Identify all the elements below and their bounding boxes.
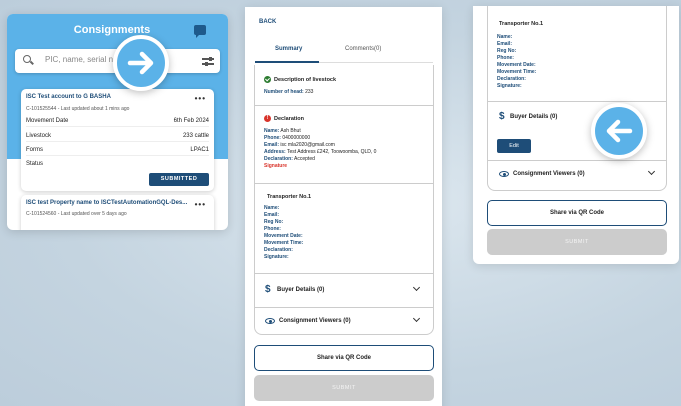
transporter-title: Transporter No.1 xyxy=(267,194,312,200)
page-title: Consignments xyxy=(73,24,151,36)
tab-bar: Summary Comments(0) xyxy=(255,43,433,63)
transporter-movement-time: Movement Time: xyxy=(264,240,304,246)
row-livestock: Livestock 233 cattle xyxy=(26,132,209,142)
card-meta: C-101524560 - Last updated over 5 days a… xyxy=(26,211,127,217)
declaration-status: Declaration: Accepted xyxy=(264,156,315,162)
transporter-phone: Phone: xyxy=(497,55,514,61)
consignment-viewers-label: Consignment Viewers (0) xyxy=(513,171,585,177)
transporter-movement-date: Movement Date: xyxy=(497,62,536,68)
consignment-viewers-label: Consignment Viewers (0) xyxy=(279,318,351,324)
consignment-card[interactable]: ISC Test account to G BASHA ••• C-101525… xyxy=(21,89,214,191)
card-title: ISC Test account to G BASHA xyxy=(26,94,111,100)
transporter-signature: Signature: xyxy=(497,83,522,89)
consignment-card[interactable]: ISC test Property name to ISCTestAutomat… xyxy=(21,195,214,230)
transporter-phone: Phone: xyxy=(264,226,281,232)
card-meta: C-101525544 - Last updated about 1 mins … xyxy=(26,106,130,112)
active-tab-indicator xyxy=(255,61,319,63)
eye-icon xyxy=(499,171,509,177)
transporter-email: Email: xyxy=(264,212,280,218)
livestock-title: Description of livestock xyxy=(274,77,337,83)
more-options-icon[interactable]: ••• xyxy=(195,200,206,209)
chat-icon[interactable] xyxy=(194,25,206,38)
declaration-address: Address: Test Address £242, Toowoomba, Q… xyxy=(264,149,377,155)
transporter-name: Name: xyxy=(264,205,280,211)
consignment-summary-screen: BACK Summary Comments(0) Description of … xyxy=(245,7,442,406)
transporter-reg-no: Reg No: xyxy=(264,219,284,225)
buyer-details-label: Buyer Details (0) xyxy=(510,114,558,120)
check-circle-icon xyxy=(264,76,271,83)
tab-summary[interactable]: Summary xyxy=(275,46,302,52)
arrow-left-icon xyxy=(591,103,647,159)
buyer-details-accordion[interactable] xyxy=(487,101,667,102)
declaration-signature: Signature xyxy=(264,163,288,169)
dollar-icon: $ xyxy=(499,111,505,122)
arrow-right-icon xyxy=(113,35,169,91)
eye-icon xyxy=(265,318,275,324)
consignment-summary-scrolled-screen: Transporter No.1 Name: Email: Reg No: Ph… xyxy=(473,6,679,264)
declaration-name: Name: Ash Bhut xyxy=(264,128,301,134)
number-of-head: Number of head: 233 xyxy=(264,89,314,95)
dollar-icon: $ xyxy=(265,284,271,295)
row-movement-date: Movement Date 6th Feb 2024 xyxy=(26,117,209,127)
share-via-qr-code-button[interactable]: Share via QR Code xyxy=(487,200,667,226)
declaration-section xyxy=(254,105,434,106)
consignment-viewers-accordion[interactable] xyxy=(487,160,667,161)
filter-icon[interactable] xyxy=(202,55,214,67)
consignment-viewers-accordion[interactable] xyxy=(254,307,434,308)
row-forms: Forms LPAC1 xyxy=(26,146,209,156)
transporter-declaration: Declaration: xyxy=(264,247,293,253)
tab-comments[interactable]: Comments(0) xyxy=(345,46,381,52)
edit-button[interactable]: Edit xyxy=(497,139,531,153)
declaration-email: Email: isc mla2020@gmail.com xyxy=(264,142,335,148)
transporter-signature: Signature: xyxy=(264,254,289,260)
transporter-declaration: Declaration: xyxy=(497,76,526,82)
transporter-movement-time: Movement Time: xyxy=(497,69,537,75)
buyer-details-label: Buyer Details (0) xyxy=(277,287,325,293)
declaration-phone: Phone: 0400000000 xyxy=(264,135,311,141)
transporter-email: Email: xyxy=(497,41,513,47)
card-title: ISC test Property name to ISCTestAutomat… xyxy=(26,200,188,206)
search-icon xyxy=(23,55,31,63)
transporter-movement-date: Movement Date: xyxy=(264,233,303,239)
status-submitted-button[interactable]: SUBMITTED xyxy=(149,173,209,186)
submit-button[interactable]: SUBMIT xyxy=(254,375,434,401)
transporter-name: Name: xyxy=(497,34,513,40)
alert-icon: ! xyxy=(264,115,271,122)
transporter-title: Transporter No.1 xyxy=(499,21,544,27)
transporter-section xyxy=(254,183,434,184)
share-via-qr-code-button[interactable]: Share via QR Code xyxy=(254,345,434,371)
back-link[interactable]: BACK xyxy=(259,19,276,25)
submit-button[interactable]: SUBMIT xyxy=(487,229,667,255)
transporter-reg-no: Reg No: xyxy=(497,48,517,54)
summary-frame xyxy=(487,6,667,191)
declaration-title: Declaration xyxy=(274,116,304,122)
row-status: Status xyxy=(26,161,44,167)
more-options-icon[interactable]: ••• xyxy=(195,94,206,103)
